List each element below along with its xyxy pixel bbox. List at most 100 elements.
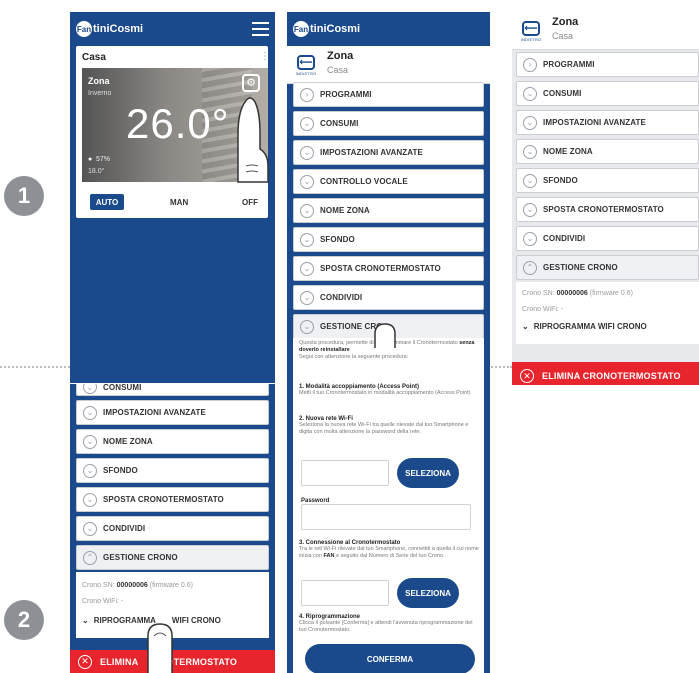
back-button[interactable]: ⟵ INDIETRO [516, 16, 546, 46]
crono-serial: Crono SN: 00000006 (firmware 0.6) [82, 582, 193, 589]
menu-item-label: PROGRAMMI [543, 60, 595, 69]
back-arrow-icon: ⟵ [297, 54, 315, 70]
zone-header: ⟵ INDIETRO Zona Casa [287, 46, 490, 84]
app-bar: Fan tiniCosmi [287, 12, 490, 46]
step1-block: 1. Modalità accoppiamento (Access Point)… [299, 378, 479, 397]
zone-header: ⟵ INDIETRO Zona Casa [512, 12, 699, 50]
menu-item-impostazioni[interactable]: ⌄ IMPOSTAZIONI AVANZATE [76, 400, 269, 425]
app-bar: Fan tiniCosmi [70, 12, 275, 46]
setpoint-value: 18.0° [88, 168, 105, 175]
chevron-down-icon: ⌄ [300, 232, 314, 247]
menu-item-sposta[interactable]: ⌄ SPOSTA CRONOTERMOSTATO [76, 487, 269, 512]
chevron-down-icon: ⌄ [83, 434, 97, 449]
tap-hand-icon [237, 97, 269, 183]
wifi-network-field[interactable] [301, 460, 389, 486]
settings-menu: ⌄ CONSUMI ⌄ IMPOSTAZIONI AVANZATE ⌄ NOME ZO… [76, 384, 269, 574]
mode-off-button[interactable]: OFF [242, 198, 258, 207]
menu-item-label: NOME ZONA [103, 437, 153, 446]
select-network-button[interactable]: SELEZIONA [397, 458, 459, 488]
menu-item-label: CONSUMI [543, 89, 582, 98]
menu-item-sfondo[interactable]: ⌄ SFONDO [293, 227, 484, 252]
phone-gestione-screen: ⟵ INDIETRO Zona Casa › PROGRAMMI ⌄ CONSUMI… [512, 12, 699, 385]
delete-label-a: ELIMINA [100, 656, 139, 667]
menu-item-consumi[interactable]: ⌄ CONSUMI [516, 81, 699, 106]
back-arrow-icon: ⟵ [522, 20, 540, 36]
menu-item-label: SPOSTA CRONOTERMOSTATO [320, 264, 441, 273]
separator-left [0, 366, 70, 368]
chevron-down-icon: ⌄ [300, 203, 314, 218]
menu-item-label: NOME ZONA [543, 147, 593, 156]
menu-item-sfondo[interactable]: ⌄ SFONDO [516, 168, 699, 193]
menu-item-label: CONDIVIDI [320, 293, 363, 302]
step1-text: Metti il tuo Cronotermostato in modalità… [299, 390, 471, 396]
chevron-up-icon: ⌃ [523, 260, 537, 275]
delete-thermostat-button[interactable]: ✕ ELIMINA CRONOTERMOSTATO [512, 362, 699, 385]
chevron-down-icon: ⌄ [523, 231, 537, 246]
menu-item-condividi[interactable]: ⌄ CONDIVIDI [516, 226, 699, 251]
house-title: Casa [82, 52, 106, 63]
mode-man-button[interactable]: MAN [170, 198, 188, 207]
menu-item-nome-zona[interactable]: ⌄ NOME ZONA [293, 198, 484, 223]
menu-item-programmi[interactable]: › PROGRAMMI [516, 52, 699, 77]
chevron-down-icon: ⌄ [83, 405, 97, 420]
chevron-down-icon: ⌄ [300, 145, 314, 160]
menu-item-nome-zona[interactable]: ⌄ NOME ZONA [516, 139, 699, 164]
menu-item-impostazioni[interactable]: ⌄ IMPOSTAZIONI AVANZATE [293, 140, 484, 165]
confirm-button[interactable]: CONFERMA [305, 644, 475, 673]
chevron-down-icon: ⌄ [300, 261, 314, 276]
current-temperature: 26.0° [126, 100, 230, 147]
menu-item-condividi[interactable]: ⌄ CONDIVIDI [293, 285, 484, 310]
chevron-down-icon: ⌄ [300, 174, 314, 189]
back-button[interactable]: ⟵ INDIETRO [291, 50, 321, 80]
menu-item-programmi[interactable]: › PROGRAMMI [293, 82, 484, 107]
menu-item-label: SFONDO [320, 235, 355, 244]
mode-auto-button[interactable]: AUTO [90, 194, 124, 210]
brand-logo: Fan tiniCosmi [293, 21, 360, 37]
crono-wifi: Crono WiFi: - [82, 598, 124, 605]
menu-item-sposta[interactable]: ⌄ SPOSTA CRONOTERMOSTATO [293, 256, 484, 281]
chevron-down-icon: ⌄ [83, 384, 97, 394]
menu-item-label: CONSUMI [320, 119, 359, 128]
close-circle-icon: ✕ [520, 369, 534, 383]
settings-gear-icon[interactable]: ⚙ [242, 74, 260, 92]
zone-subtitle: Casa [327, 65, 349, 75]
chevron-down-icon: ⌄ [83, 521, 97, 536]
menu-item-consumi[interactable]: ⌄ CONSUMI [76, 384, 269, 396]
step3-block: 3. Connessione al Cronotermostato Tra le… [299, 534, 479, 560]
password-field[interactable] [301, 504, 471, 530]
crono-info-panel: Crono SN: 00000006 (firmware 0.6) Crono … [516, 282, 699, 344]
chevron-down-icon: ⌄ [523, 86, 537, 101]
chevron-right-icon: › [523, 57, 537, 72]
crono-serial: Crono SN: 00000006 (firmware 0.6) [522, 290, 633, 297]
menu-item-condividi[interactable]: ⌄ CONDIVIDI [76, 516, 269, 541]
reprogram-wifi-toggle[interactable]: ⌄ RIPROGRAMMA WIFI CRONO [522, 322, 647, 331]
menu-item-consumi[interactable]: ⌄ CONSUMI [293, 111, 484, 136]
logo-mark: Fan [293, 21, 309, 37]
menu-item-controllo-vocale[interactable]: ⌄ CONTROLLO VOCALE [293, 169, 484, 194]
menu-item-label: PROGRAMMI [320, 90, 372, 99]
menu-item-gestione-crono[interactable]: ⌃ GESTIONE CRONO [516, 255, 699, 280]
menu-item-label: GESTIONE CRONO [543, 263, 618, 272]
zone-title: Zona [552, 16, 579, 28]
hamburger-menu-icon[interactable] [252, 22, 269, 36]
menu-item-label: NOME ZONA [320, 206, 370, 215]
menu-item-sfondo[interactable]: ⌄ SFONDO [76, 458, 269, 483]
menu-item-impostazioni[interactable]: ⌄ IMPOSTAZIONI AVANZATE [516, 110, 699, 135]
step4-text: Clicca il pulsante [Conferma] e attendi … [299, 620, 473, 633]
menu-item-gestione-crono[interactable]: ⌃ GESTIONE CRONO [76, 545, 269, 570]
crono-network-field[interactable] [301, 580, 389, 606]
menu-item-nome-zona[interactable]: ⌄ NOME ZONA [76, 429, 269, 454]
step2-text: Seleziona la nuova rete Wi-Fi tra quelle… [299, 422, 469, 435]
tap-hand-icon [147, 623, 173, 673]
settings-menu: › PROGRAMMI ⌄ CONSUMI ⌄ IMPOSTAZIONI AVANZA… [293, 82, 484, 343]
step2-block: 2. Nuova rete Wi-Fi Seleziona la nuova r… [299, 410, 479, 436]
menu-item-label: IMPOSTAZIONI AVANZATE [103, 408, 206, 417]
kebab-menu-icon[interactable]: ⋮ [260, 52, 270, 62]
select-crono-network-button[interactable]: SELEZIONA [397, 578, 459, 608]
menu-item-label: CONDIVIDI [103, 524, 146, 533]
chevron-down-icon: ⌄ [523, 173, 537, 188]
menu-item-label: IMPOSTAZIONI AVANZATE [543, 118, 646, 127]
logo-mark: Fan [76, 21, 92, 37]
menu-item-sposta[interactable]: ⌄ SPOSTA CRONOTERMOSTATO [516, 197, 699, 222]
chevron-down-icon: ⌄ [300, 319, 314, 334]
